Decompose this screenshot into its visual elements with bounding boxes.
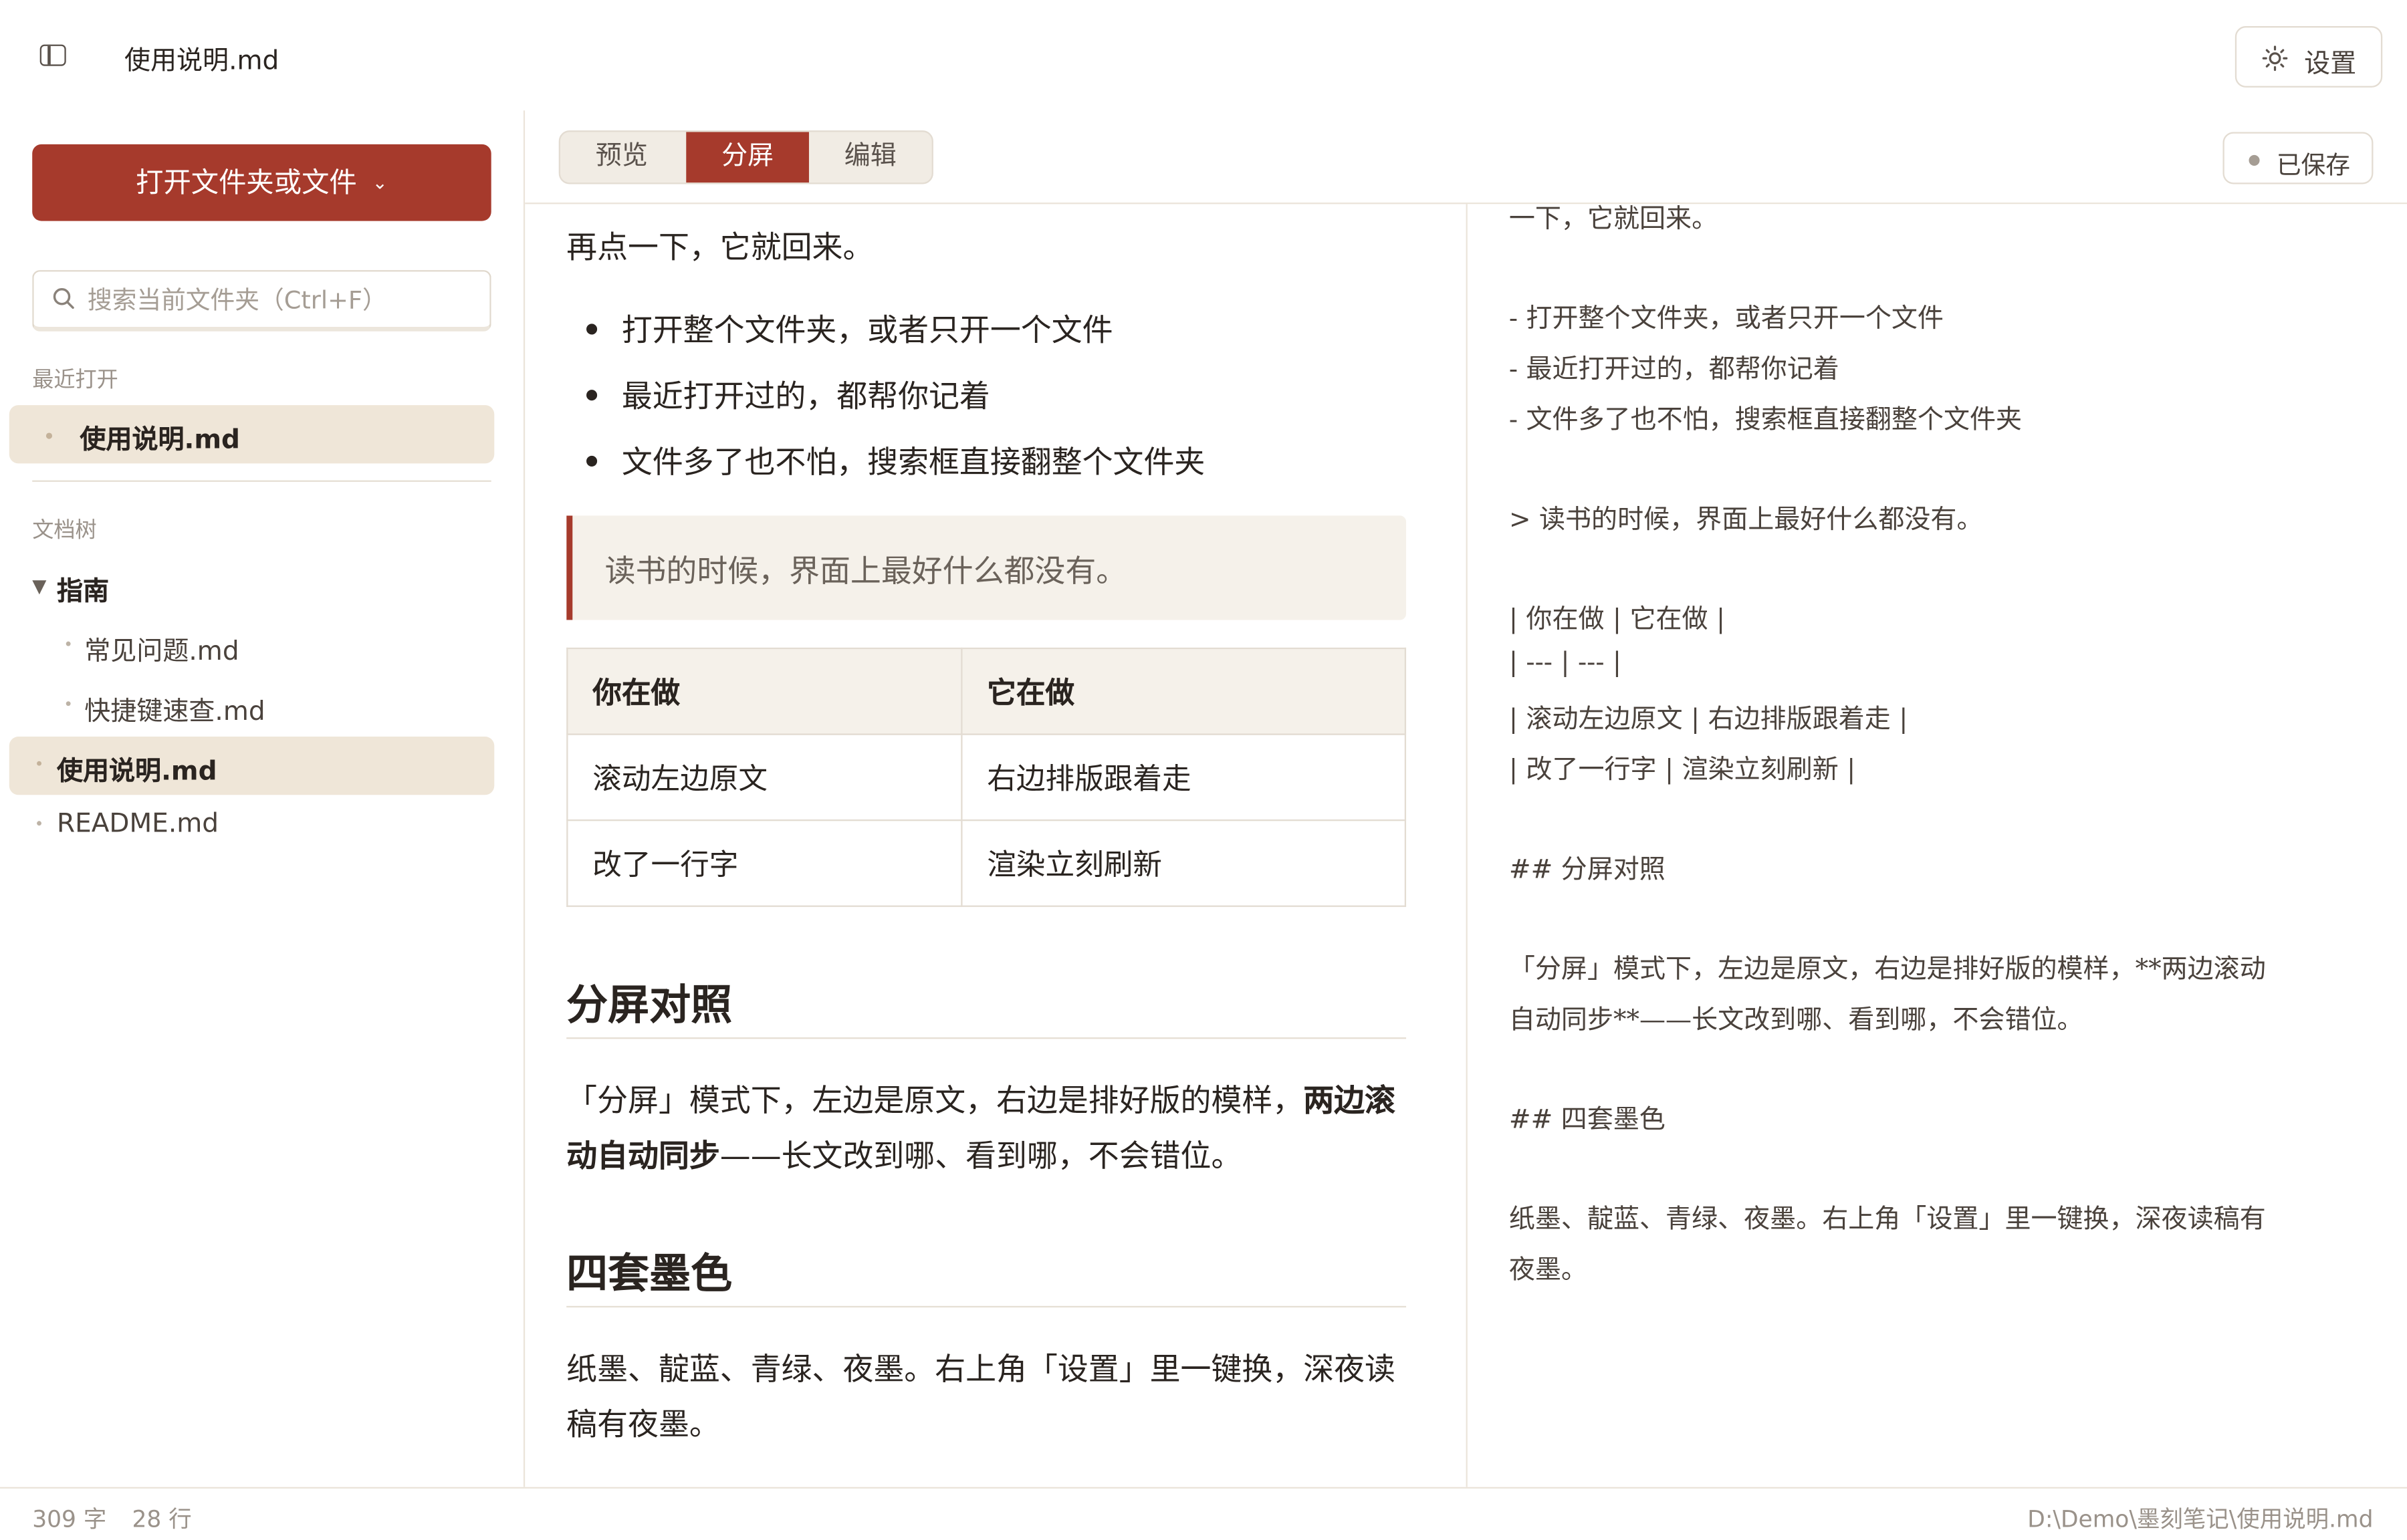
sidebar-toggle-icon[interactable] [39,44,66,66]
tree-item-active-file[interactable]: 使用说明.md [9,737,495,795]
source-line: | 改了一行字 | 渲染立刻刷新 | [1508,755,1856,786]
tree-item-label: 使用说明.md [56,756,217,787]
tab-preview[interactable]: 预览 [560,132,683,182]
bullet-dot-icon [45,432,53,439]
source-line: ## 分屏对照 [1508,854,1666,886]
tree-item-label: README.md [56,808,219,840]
app-window: 使用说明.md 设置 打开文件夹或文件⌄ 最 [0,0,2407,1538]
source-line: - 文件多了也不怕，搜索框直接翻整个文件夹 [1508,405,2023,436]
list-item: 最近打开过的，都帮你记着 [586,372,990,416]
sidebar: 打开文件夹或文件⌄ 最近打开 使用说明.md 文档树 ▼ 指南 常见问题.md … [0,110,526,1487]
recent-item-label: 使用说明.md [80,424,240,456]
paragraph-text: ——长文改到哪、看到哪，不会错位。 [719,1137,1242,1174]
search-icon [53,288,74,309]
tree-section-label: 文档树 [32,519,97,543]
status-bar: 309 字 28 行 D:\Demo\墨刻笔记\使用说明.md [0,1487,2407,1538]
tree-folder-guide[interactable]: ▼ 指南 [9,557,495,615]
preview-table: 你在做 它在做 滚动左边原文 右边排版跟着走 改了一行字 渲染立刻刷新 [566,647,1407,907]
list-item: 打开整个文件夹，或者只开一个文件 [586,305,1113,350]
tree-item-label: 常见问题.md [84,636,239,668]
word-count: 309 字 [32,1505,107,1533]
bold-text: 两边滚 [1303,1081,1395,1119]
tab-edit[interactable]: 编辑 [809,132,932,182]
table-header-row: 你在做 它在做 [566,647,1407,735]
table-header-cell: 你在做 [566,647,963,735]
source-line: 纸墨、靛蓝、青绿、夜墨。右上角「设置」里一键换，深夜读稿有 [1508,1204,2266,1236]
preview-paragraph-split: 「分屏」模式下，左边是原文，右边是排好版的模样，两边滚动自动同步——长文改到哪、… [566,1073,1406,1183]
paragraph-text: 纸墨、靛蓝、青绿、夜墨。右上角「设置」里一键换，深夜读 [566,1350,1395,1388]
source-line: 「分屏」模式下，左边是原文，右边是排好版的模样，**两边滚动 [1508,954,2266,985]
saved-status-badge: 已保存 [2222,132,2374,184]
tree-dot-icon [37,821,41,826]
preview-pane[interactable]: 再点一下，它就回来。 打开整个文件夹，或者只开一个文件 最近打开过的，都帮你记着… [525,204,1468,1487]
open-folder-or-file-button[interactable]: 打开文件夹或文件 ⌄ [32,144,491,221]
table-cell: 右边排版跟着走 [961,733,1407,821]
open-button-label: 打开文件夹或文件 [136,167,357,200]
list-item: 文件多了也不怕，搜索框直接翻整个文件夹 [586,437,1205,482]
settings-label: 设置 [2304,49,2357,80]
table-cell: 改了一行字 [566,819,963,907]
source-editor-pane[interactable]: 一下，它就回来。 - 打开整个文件夹，或者只开一个文件 - 最近打开过的，都帮你… [1467,204,2407,1487]
sidebar-divider [32,480,491,482]
search-box[interactable] [32,270,491,332]
search-input[interactable] [87,281,471,318]
table-header-cell: 它在做 [961,647,1407,735]
tree-item-shortcuts[interactable]: 快捷键速查.md [9,676,495,735]
preview-paragraph: 再点一下，它就回来。 [566,229,874,266]
saved-label: 已保存 [2276,150,2351,180]
table-row: 改了一行字 渲染立刻刷新 [566,819,1407,907]
tree-item-faq[interactable]: 常见问题.md [9,617,495,675]
tree-item-readme[interactable]: README.md [9,797,495,855]
heading-split: 分屏对照 [566,971,1407,1039]
source-line: | 你在做 | 它在做 | [1508,604,1726,636]
tree-dot-icon [66,701,71,707]
source-line: - 打开整个文件夹，或者只开一个文件 [1508,303,1944,335]
source-line: 夜墨。 [1508,1255,1587,1286]
bold-text: 动自动同步 [566,1137,720,1174]
file-path: D:\Demo\墨刻笔记\使用说明.md [2027,1505,2374,1533]
preview-paragraph-ink: 纸墨、靛蓝、青绿、夜墨。右上角「设置」里一键换，深夜读 稿有夜墨。 [566,1341,1406,1452]
source-line: ## 四套墨色 [1508,1105,1666,1136]
recent-section-label: 最近打开 [32,368,118,393]
source-line: - 最近打开过的，都帮你记着 [1508,354,1839,386]
tree-folder-label: 指南 [56,577,110,608]
source-line: > 读书的时候，界面上最好什么都没有。 [1508,505,1983,536]
source-line: 自动同步**——长文改到哪、看到哪，不会错位。 [1508,1005,2083,1036]
tree-dot-icon [37,761,41,766]
recent-item[interactable]: 使用说明.md [9,405,495,464]
paragraph-text: 「分屏」模式下，左边是原文，右边是排好版的模样， [566,1081,1304,1119]
table-cell: 滚动左边原文 [566,733,963,821]
settings-button[interactable]: 设置 [2234,26,2383,88]
paragraph-text: 稿有夜墨。 [566,1406,720,1443]
source-line: | 滚动左边原文 | 右边排版跟着走 | [1508,704,1908,735]
top-bar: 使用说明.md 设置 [0,0,2407,111]
sun-icon [2262,45,2288,72]
table-row: 滚动左边原文 右边排版跟着走 [566,733,1407,821]
blockquote: 读书的时候，界面上最好什么都没有。 [566,515,1407,620]
chevron-down-icon: ⌄ [372,172,388,194]
table-cell: 渲染立刻刷新 [961,819,1407,907]
document-title: 使用说明.md [124,45,279,77]
heading-ink: 四套墨色 [566,1240,1407,1308]
source-line: | --- | --- | [1508,647,1622,678]
status-dot-icon [2249,154,2260,166]
tree-item-label: 快捷键速查.md [84,696,265,728]
view-mode-switch: 预览 分屏 编辑 [558,130,933,184]
source-line: 一下，它就回来。 [1508,204,1718,235]
caret-down-icon: ▼ [32,575,47,598]
tree-dot-icon [66,641,71,646]
view-mode-bar: 预览 分屏 编辑 已保存 [525,110,2407,205]
line-count: 28 行 [132,1505,192,1533]
blockquote-text: 读书的时候，界面上最好什么都没有。 [604,552,1127,590]
tab-split[interactable]: 分屏 [686,132,809,183]
